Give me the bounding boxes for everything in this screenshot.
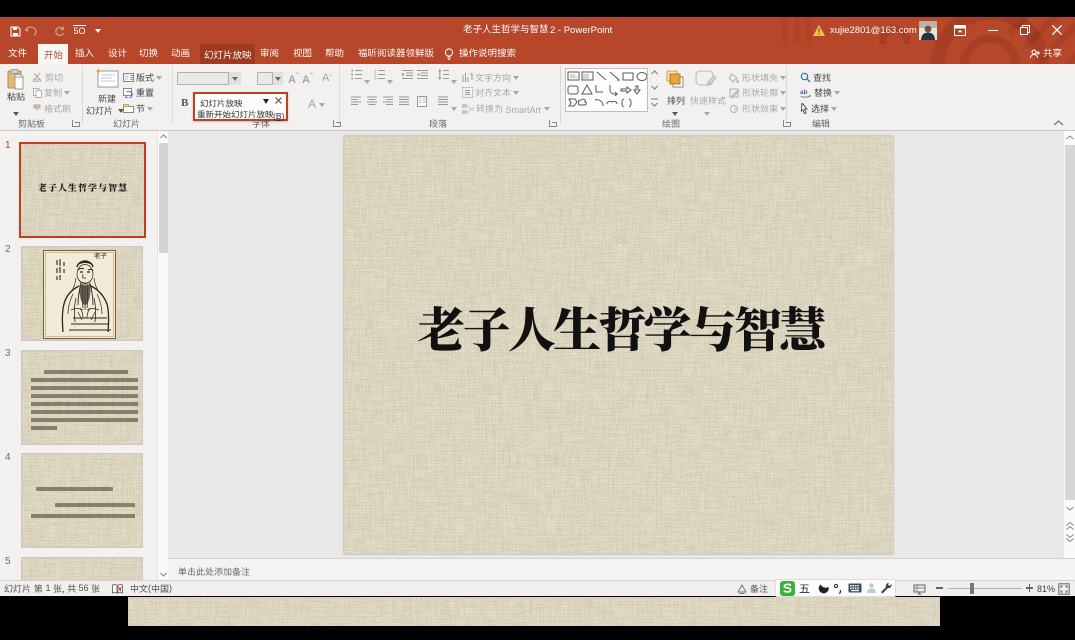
svg-text:ab: ab — [800, 89, 808, 96]
svg-text:3: 3 — [374, 76, 377, 80]
